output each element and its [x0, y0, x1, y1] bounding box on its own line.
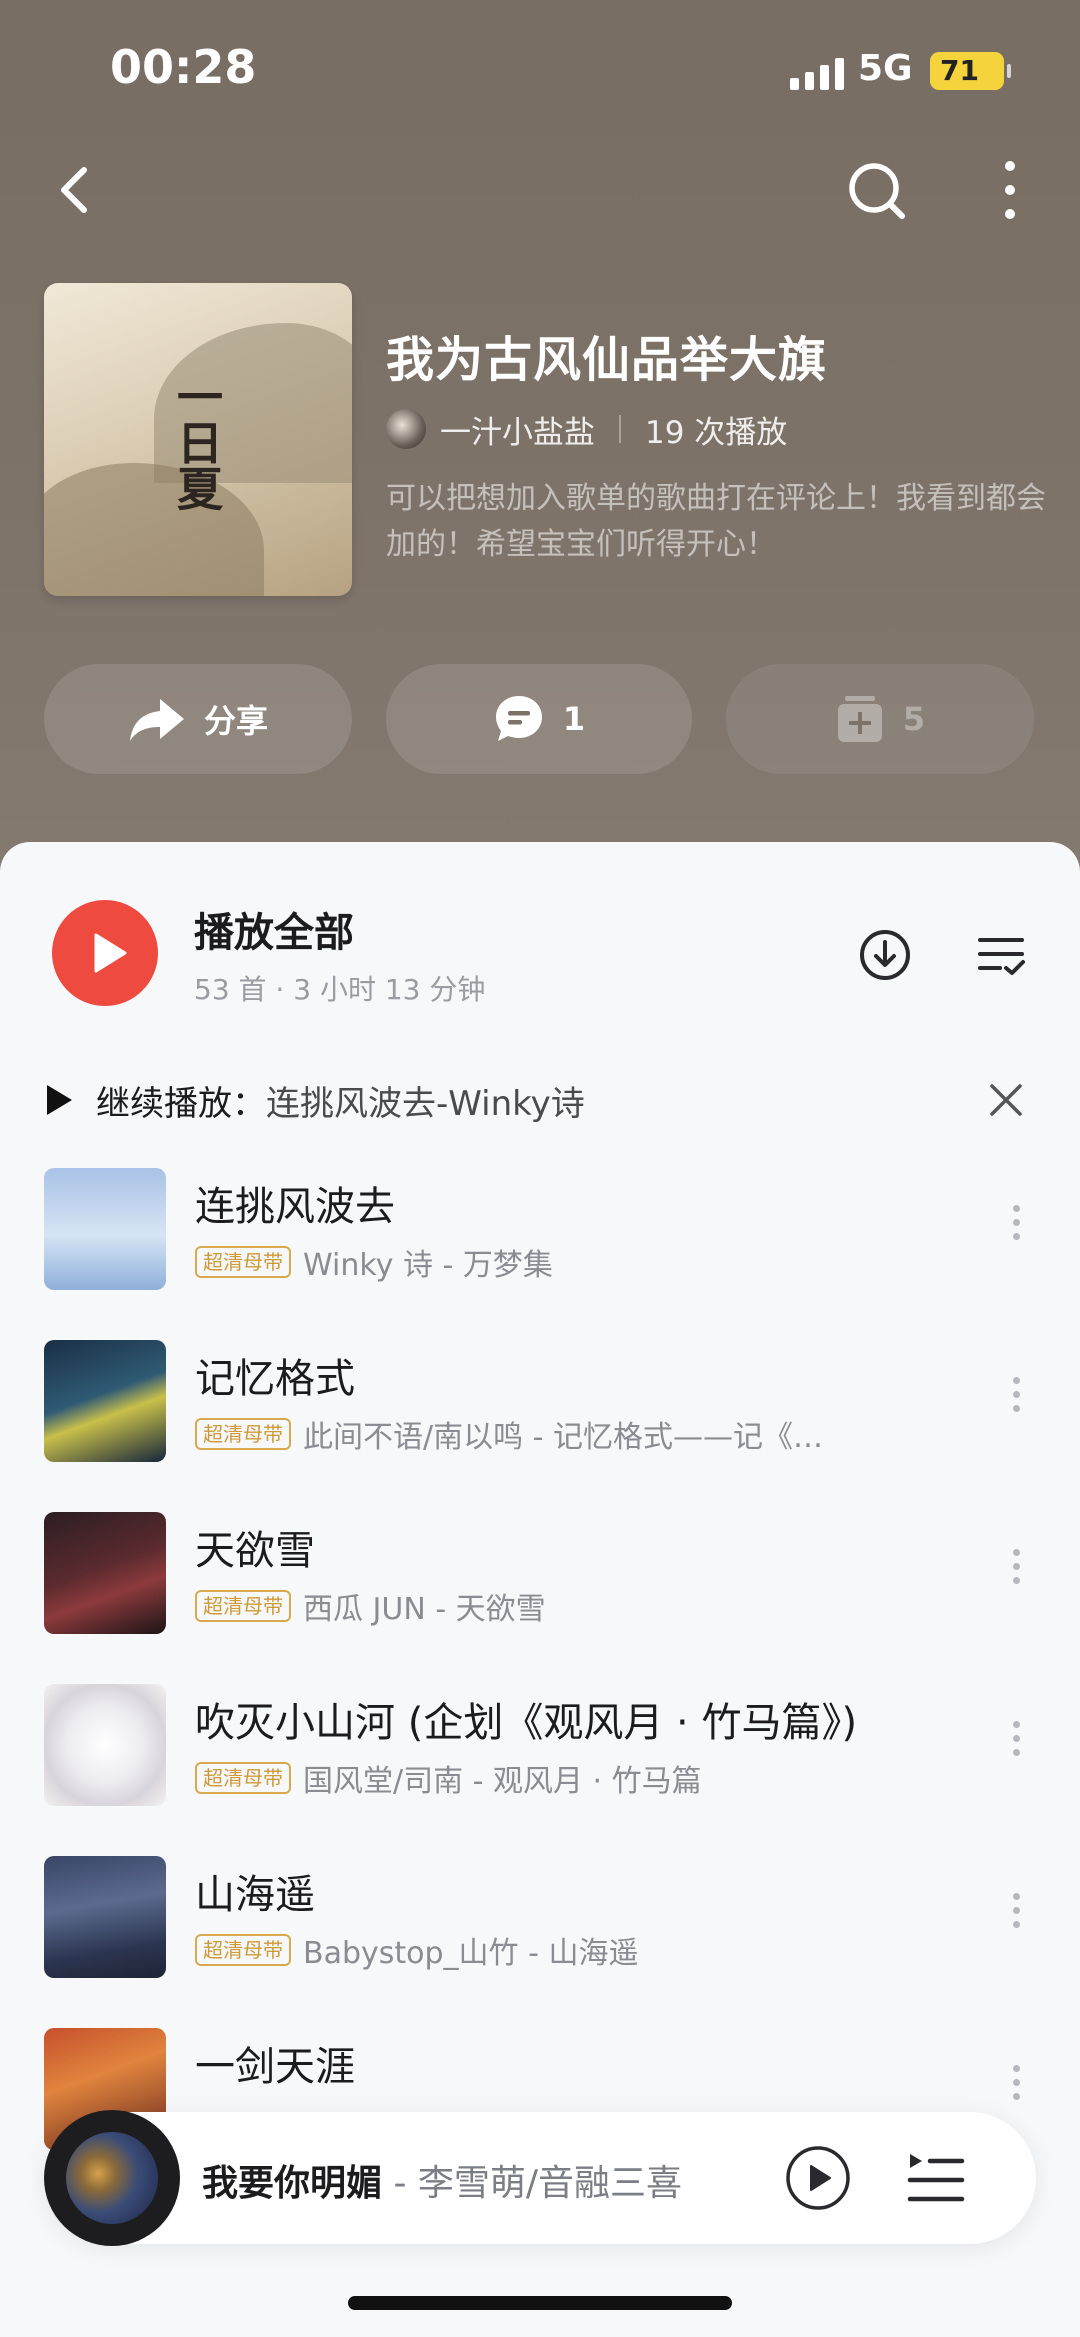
creator-avatar[interactable]	[386, 409, 426, 449]
song-title: 记忆格式	[195, 1356, 355, 1402]
song-more-button[interactable]	[996, 1886, 1036, 1946]
vertical-dots-icon	[1005, 161, 1015, 219]
song-item[interactable]: 记忆格式 超清母带 此间不语/南以鸣 - 记忆格式——记《…	[0, 1340, 1080, 1512]
list-check-icon	[978, 938, 1025, 975]
search-icon	[849, 163, 905, 219]
song-artist: Babystop_山竹 - 山海遥	[303, 1936, 639, 1971]
download-button[interactable]	[852, 922, 918, 988]
song-cover	[44, 1168, 166, 1290]
song-more-button[interactable]	[996, 2058, 1036, 2118]
song-artist: 此间不语/南以鸣 - 记忆格式——记《…	[303, 1420, 824, 1455]
battery-icon: 71	[930, 52, 1011, 90]
song-title: 吹灭小山河	[195, 1700, 395, 1746]
comment-icon	[495, 696, 542, 741]
song-item[interactable]: 吹灭小山河 (企划《观风月 · 竹马篇》) 超清母带 国风堂/司南 - 观风月 ·…	[0, 1684, 1080, 1856]
comment-button[interactable]: 1	[386, 664, 692, 774]
collect-count: 5	[902, 700, 926, 738]
multi-select-button[interactable]	[968, 922, 1034, 988]
playlist-description[interactable]: 可以把想加入歌单的歌曲打在评论上！我看到都会加的！希望宝宝们听得开心！	[386, 476, 1046, 568]
quality-badge: 超清母带	[195, 1762, 291, 1794]
song-cover	[44, 1512, 166, 1634]
resume-track: 连挑风波去-Winky诗	[266, 1083, 585, 1124]
song-title: 天欲雪	[195, 1528, 315, 1574]
network-type: 5G	[858, 48, 913, 89]
close-resume-button[interactable]	[980, 1074, 1032, 1126]
now-playing-artist: - 李雪萌/音融三喜	[382, 2163, 683, 2204]
share-button[interactable]: 分享	[44, 664, 352, 774]
add-collection-icon	[837, 696, 882, 742]
song-title: 连挑风波去	[195, 1184, 395, 1230]
quality-badge: 超清母带	[195, 1934, 291, 1966]
status-time: 00:28	[110, 40, 257, 94]
song-artist: Winky 诗 - 万梦集	[303, 1248, 553, 1283]
battery-level: 71	[940, 54, 979, 87]
song-cover	[44, 1340, 166, 1462]
creator-row[interactable]: 一汁小盐盐 19 次播放	[386, 407, 788, 452]
song-more-button[interactable]	[996, 1714, 1036, 1774]
playlist-cover[interactable]: 一日夏	[44, 283, 352, 596]
play-all-meta: 53 首 · 3 小时 13 分钟	[194, 973, 486, 1006]
resume-play-bar[interactable]: 继续播放： 连挑风波去-Winky诗	[44, 1070, 1044, 1130]
now-playing-cover	[66, 2132, 158, 2224]
song-item[interactable]: 山海遥 超清母带 Babystop_山竹 - 山海遥	[0, 1856, 1080, 2028]
chevron-left-icon	[61, 167, 87, 213]
play-all-button[interactable]	[52, 900, 158, 1006]
search-button[interactable]	[836, 150, 916, 230]
song-item[interactable]: 天欲雪 超清母带 西瓜 JUN - 天欲雪	[0, 1512, 1080, 1684]
song-cover	[44, 1856, 166, 1978]
more-options-button[interactable]	[970, 150, 1050, 230]
song-cover	[44, 1684, 166, 1806]
song-item[interactable]: 连挑风波去 超清母带 Winky 诗 - 万梦集	[0, 1168, 1080, 1340]
song-title-suffix: (企划《观风月 · 竹马篇》)	[395, 1700, 858, 1746]
quality-badge: 超清母带	[195, 1590, 291, 1622]
song-artist: 国风堂/司南 - 观风月 · 竹马篇	[303, 1764, 702, 1799]
song-more-button[interactable]	[996, 1542, 1036, 1602]
song-more-button[interactable]	[996, 1370, 1036, 1430]
playlist-title: 我为古风仙品举大旗	[386, 332, 828, 388]
status-bar: 00:28 5G 71	[0, 0, 1080, 140]
song-artist: 西瓜 JUN - 天欲雪	[303, 1592, 546, 1627]
signal-icon	[790, 58, 846, 90]
cover-calligraphy: 一日夏	[170, 373, 224, 511]
divider	[619, 415, 621, 443]
quality-badge: 超清母带	[195, 1246, 291, 1278]
play-count: 19 次播放	[645, 414, 788, 451]
now-playing-title: 我要你明媚	[202, 2163, 383, 2204]
share-label: 分享	[203, 702, 268, 740]
now-playing-text[interactable]: 我要你明媚 - 李雪萌/音融三喜	[202, 2154, 682, 2206]
comment-count: 1	[562, 700, 586, 738]
song-title: 一剑天涯	[195, 2044, 355, 2090]
collect-button[interactable]: 5	[726, 664, 1034, 774]
resume-prefix: 继续播放：	[96, 1083, 266, 1124]
now-playing-disc[interactable]	[44, 2110, 180, 2246]
back-button[interactable]	[36, 150, 116, 230]
song-more-button[interactable]	[996, 1198, 1036, 1258]
mini-player[interactable]: 我要你明媚 - 李雪萌/音融三喜	[44, 2110, 1036, 2246]
share-icon	[129, 699, 184, 741]
song-list: 连挑风波去 超清母带 Winky 诗 - 万梦集 记忆格式 超清母带 此间不语/南以…	[0, 1168, 1080, 2200]
mini-play-button[interactable]	[784, 2144, 852, 2212]
creator-name[interactable]: 一汁小盐盐	[440, 407, 595, 452]
close-icon	[990, 1084, 1022, 1116]
download-icon	[860, 930, 910, 980]
song-title: 山海遥	[195, 1872, 315, 1918]
play-icon	[94, 933, 127, 973]
quality-badge: 超清母带	[195, 1418, 291, 1450]
play-circle-icon	[786, 2146, 850, 2210]
queue-icon	[907, 2154, 965, 2202]
playlist-queue-button[interactable]	[904, 2148, 968, 2208]
play-all-label[interactable]: 播放全部	[194, 900, 354, 958]
play-small-icon	[47, 1085, 72, 1115]
home-indicator	[348, 2296, 732, 2310]
